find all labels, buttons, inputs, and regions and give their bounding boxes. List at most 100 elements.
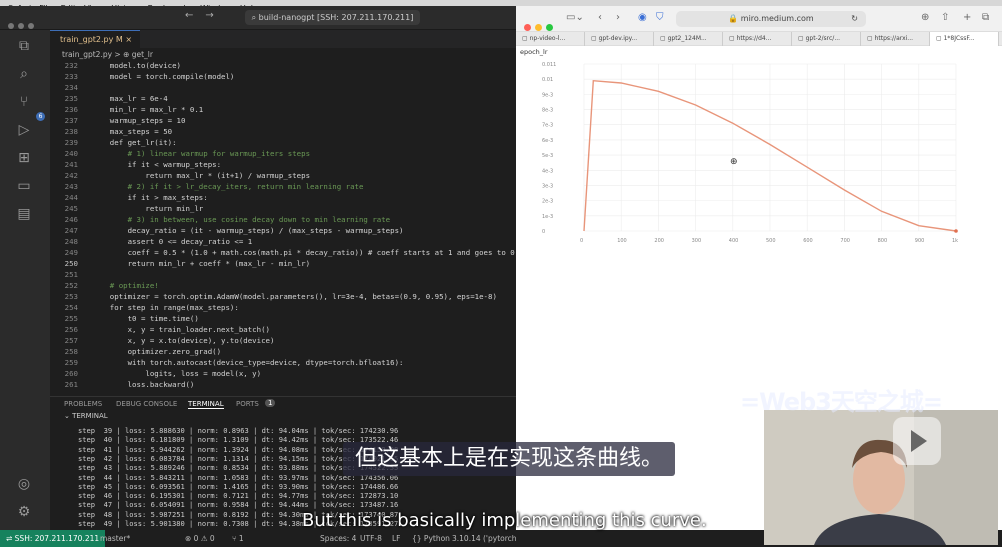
y-tick-label: 6e-3	[542, 138, 553, 144]
line-number: 245	[64, 204, 78, 213]
command-center-search[interactable]: ⌕ build-nanogpt [SSH: 207.211.170.211]	[245, 10, 420, 25]
eol-status[interactable]: LF	[392, 530, 401, 547]
remote-explorer-icon[interactable]: ▭	[14, 176, 34, 196]
tab-debug-console[interactable]: DEBUG CONSOLE	[116, 400, 177, 408]
shield-icon[interactable]: ⛉	[656, 12, 664, 23]
git-branch[interactable]: master*	[100, 530, 130, 547]
search-label: build-nanogpt [SSH: 207.211.170.211]	[258, 13, 414, 22]
tab-terminal[interactable]: TERMINAL	[188, 400, 224, 409]
breadcrumb[interactable]: train_gpt2.py > ⊕ get_lr	[62, 50, 153, 59]
x-tick-label: 300	[692, 238, 702, 244]
tab-train-gpt2[interactable]: train_gpt2.py M ×	[50, 30, 140, 48]
y-tick-label: 1e-3	[542, 214, 553, 220]
magnifier-cursor-icon: ⊕	[730, 157, 738, 167]
address-bar[interactable]: 🔒 miro.medium.com ↻	[676, 11, 866, 27]
code-line: # 2) if it > lr_decay_iters, return min …	[92, 182, 364, 191]
tab-problems[interactable]: PROBLEMS	[64, 400, 102, 408]
line-number: 242	[64, 171, 78, 180]
line-number: 258	[64, 347, 78, 356]
code-line: max_steps = 50	[92, 127, 173, 136]
browser-toolbar: ▭⌄ ‹ › ◉ ⛉ 🔒 miro.medium.com ↻ ⊕ ⇧ + ⧉	[516, 6, 1002, 32]
code-line: model.to(device)	[92, 61, 181, 70]
explorer-icon[interactable]: ⧉	[14, 36, 34, 56]
editor-tabbar: train_gpt2.py M ×	[50, 30, 516, 48]
webcam-video	[764, 410, 998, 545]
line-number: 243	[64, 182, 78, 191]
browser-tab[interactable]: ▢ https://arxi...	[861, 32, 930, 46]
run-debug-icon[interactable]: ▷	[14, 120, 34, 140]
source-control-icon[interactable]: ⑂	[14, 92, 34, 112]
code-line: for step in range(max_steps):	[92, 303, 239, 312]
code-line: optimizer.zero_grad()	[92, 347, 222, 356]
problems-count[interactable]: ⊗ 0 ⚠ 0	[185, 530, 215, 547]
x-tick-label: 500	[766, 238, 776, 244]
remote-ssh-indicator[interactable]: ⇌ SSH: 207.211.170.211	[0, 530, 106, 547]
y-tick-label: 8e-3	[542, 108, 553, 114]
line-number: 234	[64, 83, 78, 92]
privacy-icon[interactable]: ◉	[638, 12, 647, 23]
forward-icon[interactable]: ›	[616, 12, 620, 23]
ports-status[interactable]: ⑂ 1	[232, 530, 244, 547]
play-button-icon[interactable]	[893, 417, 941, 465]
line-number: 247	[64, 226, 78, 235]
sidebar-icon[interactable]: ▭⌄	[566, 12, 584, 23]
zoom-button[interactable]	[546, 24, 553, 31]
subtitle-english: But this is basically implementing this …	[302, 510, 707, 531]
line-number: 248	[64, 237, 78, 246]
code-line: if it > max_steps:	[92, 193, 208, 202]
code-line: optimizer = torch.optim.AdamW(model.para…	[92, 292, 497, 301]
y-tick-label: 0.01	[542, 77, 553, 83]
nav-arrows[interactable]: ←→	[185, 10, 226, 21]
activity-bar: ⧉ ⌕ ⑂ 6 ▷ ⊞ ▭ ▤ ◎ ⚙	[0, 30, 50, 530]
browser-tab[interactable]: ▢ 1*8JCssF...	[930, 32, 999, 46]
x-tick-label: 900	[915, 238, 925, 244]
reload-icon[interactable]: ↻	[851, 11, 858, 27]
y-tick-label: 4e-3	[542, 168, 553, 174]
tab-ports[interactable]: PORTS	[236, 400, 259, 408]
x-tick-label: 800	[878, 238, 888, 244]
browser-tab[interactable]: ▢ gpt-2/src/...	[792, 32, 861, 46]
share-icon[interactable]: ⇧	[941, 12, 949, 23]
settings-gear-icon[interactable]: ⚙	[14, 502, 34, 522]
account-icon[interactable]: ◎	[14, 474, 34, 494]
language-mode[interactable]: {} Python	[412, 530, 450, 547]
browser-tab[interactable]: ▢ np-video-l...	[516, 32, 585, 46]
tab-overview-icon[interactable]: ⧉	[982, 12, 989, 23]
code-line: coeff = 0.5 * (1.0 + math.cos(math.pi * …	[92, 248, 515, 257]
line-number: 251	[64, 270, 78, 279]
browser-tab[interactable]: ▢ https://d4...	[723, 32, 792, 46]
panel-tabs: PROBLEMS DEBUG CONSOLE TERMINAL PORTS 1	[50, 396, 516, 410]
extensions-icon[interactable]: ⊞	[14, 148, 34, 168]
browser-tab[interactable]: ▢ gpt-dev.ipy...	[585, 32, 654, 46]
terminal-line: step 39 | loss: 5.888630 | norm: 0.8963 …	[78, 426, 399, 435]
indentation-status[interactable]: Spaces: 4	[320, 530, 356, 547]
x-tick-label: 600	[803, 238, 813, 244]
browser-tabs: ▢ np-video-l... ▢ gpt-dev.ipy... ▢ gpt2_12…	[516, 32, 1002, 46]
download-icon[interactable]: ⊕	[921, 12, 929, 23]
back-icon[interactable]: ‹	[598, 12, 602, 23]
channel-watermark: =Web3天空之城=	[740, 388, 943, 416]
minimize-button[interactable]	[535, 24, 542, 31]
code-editor[interactable]: 232 model.to(device) 233 model = torch.co…	[50, 61, 516, 391]
end-point-marker	[954, 229, 958, 233]
line-number: 254	[64, 303, 78, 312]
encoding-status[interactable]: UTF-8	[360, 530, 382, 547]
y-tick-label: 7e-3	[542, 123, 553, 129]
code-line: return min_lr	[92, 204, 204, 213]
close-button[interactable]	[524, 24, 531, 31]
line-number: 244	[64, 193, 78, 202]
code-line: def get_lr(it):	[92, 138, 177, 147]
chat-icon[interactable]: ▤	[14, 204, 34, 224]
browser-tab[interactable]: ▢ gpt2_124M...	[654, 32, 723, 46]
terminal-header: ⌄ TERMINAL	[64, 412, 108, 420]
search-icon[interactable]: ⌕	[14, 64, 34, 84]
url-text: miro.medium.com	[740, 14, 814, 23]
y-tick-label: 2e-3	[542, 199, 553, 205]
code-line: loss.backward()	[92, 380, 195, 389]
line-number: 252	[64, 281, 78, 290]
terminal-title: TERMINAL	[72, 412, 108, 420]
new-tab-icon[interactable]: +	[963, 12, 971, 23]
tab-label: train_gpt2.py M	[60, 35, 123, 44]
python-interpreter[interactable]: 3.10.14 ('pytorch	[452, 530, 517, 547]
scm-badge: 6	[36, 112, 45, 121]
